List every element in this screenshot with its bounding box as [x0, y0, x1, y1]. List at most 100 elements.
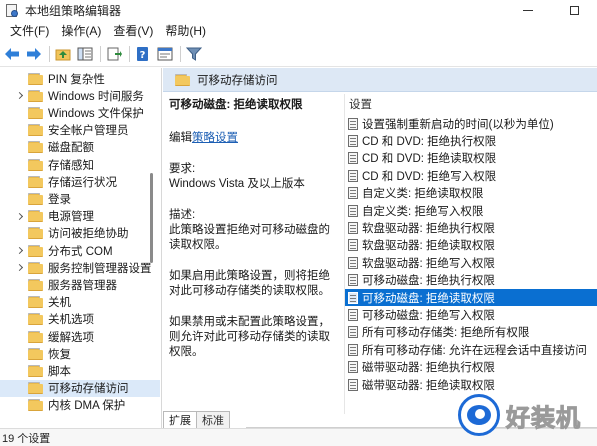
details-pane: 可移动存储访问 可移动磁盘: 拒绝读取权限 编辑策略设置 要求: Windows …	[163, 68, 597, 428]
setting-row[interactable]: 软盘驱动器: 拒绝写入权限	[345, 254, 597, 271]
tree-item[interactable]: 服务器管理器	[0, 276, 160, 293]
maximize-icon	[569, 6, 579, 15]
setting-label: CD 和 DVD: 拒绝读取权限	[362, 153, 497, 166]
status-text: 19 个设置	[2, 432, 51, 445]
tree-item[interactable]: 内核 DMA 保护	[0, 397, 160, 414]
watermark-logo-icon	[458, 394, 500, 436]
menu-help[interactable]: 帮助(H)	[159, 21, 212, 41]
tree-item[interactable]: 分布式 COM	[0, 242, 160, 259]
filter-button[interactable]	[184, 44, 204, 64]
properties-button[interactable]	[155, 44, 175, 64]
setting-label: 所有可移动存储类: 拒绝所有权限	[362, 327, 530, 340]
tree-item[interactable]: 电源管理	[0, 208, 160, 225]
show-hide-tree-button[interactable]	[75, 44, 95, 64]
window-title: 本地组策略编辑器	[25, 4, 122, 18]
requirements-value: Windows Vista 及以上版本	[169, 178, 305, 190]
tree-item[interactable]: 关机选项	[0, 311, 160, 328]
tree-item-label: Windows 时间服务	[48, 90, 144, 103]
policy-setting-icon	[348, 187, 358, 200]
tab-extended[interactable]: 扩展	[163, 411, 197, 428]
policy-setting-icon	[348, 169, 358, 182]
tree-item[interactable]: 磁盘配额	[0, 139, 160, 156]
tree-item-label: 恢复	[48, 348, 71, 361]
tree-item[interactable]: 安全帐户管理员	[0, 122, 160, 139]
tree-item-label: 内核 DMA 保护	[48, 400, 126, 413]
tree-item[interactable]: Windows 文件保护	[0, 104, 160, 121]
requirements-label: 要求:	[169, 163, 196, 175]
chevron-right-icon[interactable]	[14, 242, 26, 259]
setting-row[interactable]: 自定义类: 拒绝读取权限	[345, 185, 597, 202]
export-icon	[107, 47, 122, 60]
tree-item-label: 安全帐户管理员	[48, 125, 129, 138]
chevron-right-icon[interactable]	[14, 259, 26, 276]
back-button[interactable]	[2, 44, 22, 64]
folder-icon	[28, 175, 43, 188]
setting-label: 可移动磁盘: 拒绝执行权限	[362, 275, 495, 288]
setting-row[interactable]: CD 和 DVD: 拒绝执行权限	[345, 132, 597, 149]
setting-row[interactable]: 可移动磁盘: 拒绝执行权限	[345, 272, 597, 289]
setting-label: 所有可移动存储: 允许在远程会话中直接访问	[362, 344, 587, 357]
setting-row[interactable]: 所有可移动存储类: 拒绝所有权限	[345, 324, 597, 341]
description-text: 此策略设置拒绝对可移动磁盘的读取权限。	[169, 224, 330, 251]
edit-policy-link[interactable]: 策略设置	[192, 132, 238, 144]
folder-icon	[28, 210, 43, 223]
folder-icon	[28, 227, 43, 240]
disabled-text: 如果禁用或未配置此策略设置，则允许对此可移动存储类的读取权限。	[169, 316, 330, 358]
chevron-right-icon[interactable]	[14, 208, 26, 225]
toolbar-separator	[129, 45, 130, 62]
group-policy-app-icon	[5, 3, 19, 18]
tree-item[interactable]: 缓解选项	[0, 328, 160, 345]
setting-row[interactable]: 软盘驱动器: 拒绝执行权限	[345, 219, 597, 236]
menu-action[interactable]: 操作(A)	[55, 21, 107, 41]
minimize-button[interactable]	[505, 0, 551, 21]
chevron-right-icon[interactable]	[14, 87, 26, 104]
tree-item[interactable]: PIN 复杂性	[0, 70, 160, 87]
tree-item[interactable]: 存储感知	[0, 156, 160, 173]
details-header-title: 可移动存储访问	[197, 74, 278, 87]
setting-row[interactable]: 设置强制重新启动的时间(以秒为单位)	[345, 115, 597, 132]
tree-scrollbar[interactable]	[148, 68, 154, 428]
tree-item-label: 存储运行状况	[48, 176, 117, 189]
setting-row[interactable]: 磁带驱动器: 拒绝执行权限	[345, 359, 597, 376]
setting-row[interactable]: 自定义类: 拒绝写入权限	[345, 202, 597, 219]
tree-item[interactable]: 可移动存储访问	[0, 379, 160, 397]
menu-view[interactable]: 查看(V)	[107, 21, 159, 41]
properties-icon	[157, 47, 173, 60]
menu-bar: 文件(F) 操作(A) 查看(V) 帮助(H)	[0, 21, 597, 41]
maximize-button[interactable]	[551, 0, 597, 21]
tree-item[interactable]: Windows 时间服务	[0, 87, 160, 104]
tree-item[interactable]: 服务控制管理器设置	[0, 259, 160, 276]
setting-row[interactable]: CD 和 DVD: 拒绝读取权限	[345, 150, 597, 167]
setting-row[interactable]: 可移动磁盘: 拒绝写入权限	[345, 306, 597, 323]
setting-row[interactable]: 可移动磁盘: 拒绝读取权限	[345, 289, 597, 306]
tree-item[interactable]: 脚本	[0, 362, 160, 379]
tree-item-label: PIN 复杂性	[48, 73, 105, 86]
policy-setting-icon	[348, 308, 358, 321]
show-hide-tree-icon	[77, 47, 93, 60]
forward-button[interactable]	[24, 44, 44, 64]
scrollbar-thumb[interactable]	[150, 173, 153, 263]
setting-label: 自定义类: 拒绝写入权限	[362, 205, 484, 218]
setting-row[interactable]: 磁带驱动器: 拒绝读取权限	[345, 376, 597, 393]
tree-item[interactable]: 登录	[0, 190, 160, 207]
tree-item[interactable]: 存储运行状况	[0, 173, 160, 190]
tab-standard[interactable]: 标准	[196, 411, 230, 428]
tree-item[interactable]: 访问被拒绝协助	[0, 225, 160, 242]
folder-icon	[175, 73, 190, 86]
navigation-tree: PIN 复杂性 Windows 时间服务 Windows 文件保护安全帐户管理员 磁盘…	[0, 68, 162, 428]
tree-item-label: 电源管理	[48, 211, 94, 224]
export-list-button[interactable]	[104, 44, 124, 64]
setting-row[interactable]: CD 和 DVD: 拒绝写入权限	[345, 167, 597, 184]
folder-icon	[28, 382, 43, 395]
setting-row[interactable]: 所有可移动存储: 允许在远程会话中直接访问	[345, 341, 597, 358]
tree-item[interactable]: 关机	[0, 294, 160, 311]
settings-column-header[interactable]: 设置	[349, 96, 372, 112]
tree-item[interactable]: 恢复	[0, 345, 160, 362]
menu-file[interactable]: 文件(F)	[4, 21, 55, 41]
folder-icon	[28, 106, 43, 119]
setting-row[interactable]: 软盘驱动器: 拒绝读取权限	[345, 237, 597, 254]
up-folder-button[interactable]	[53, 44, 73, 64]
help-button[interactable]: ?	[133, 44, 153, 64]
watermark-text: 好装机	[506, 403, 581, 432]
setting-label: CD 和 DVD: 拒绝写入权限	[362, 170, 497, 183]
